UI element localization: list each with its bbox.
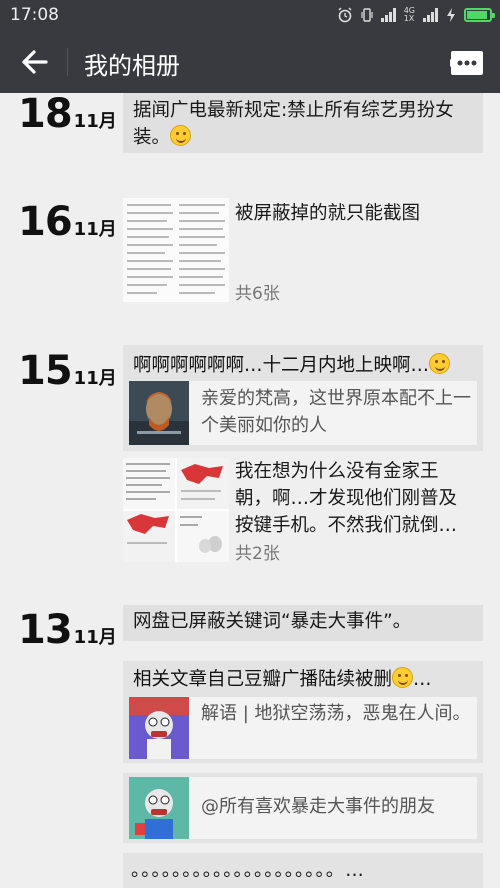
vibrate-icon	[361, 8, 373, 22]
status-bar: 17:08 4G 1X	[0, 0, 500, 30]
title-bar: 我的相册	[0, 30, 500, 93]
album-timeline[interactable]: 18 11月 据闻广电最新规定:禁止所有综艺男扮女装。 16 11月 被屏蔽掉的就只…	[0, 93, 500, 888]
cartoon-thumbnail	[129, 777, 189, 839]
date-label: 16 11月	[18, 199, 117, 245]
message-icon[interactable]	[450, 50, 484, 76]
page-title: 我的相册	[84, 52, 180, 80]
shared-article-card[interactable]: @所有喜欢暴走大事件的朋友	[123, 773, 483, 843]
post-card-text[interactable]: 。。。。。。。。。。。。。。。。。。。。…	[123, 853, 483, 888]
van-gogh-thumbnail	[129, 381, 189, 445]
shared-article-title: 啊啊啊啊啊啊…十二月内地上映啊…	[133, 351, 473, 377]
shared-article-title: 相关文章自己豆瓣广播陆续被删…	[133, 667, 432, 690]
shared-article-card[interactable]: 啊啊啊啊啊啊…十二月内地上映啊… 亲爱的梵高，这世界原本配不上一个美丽如你的人	[123, 345, 483, 451]
battery-icon	[464, 8, 495, 22]
photo-grid-thumbnail[interactable]	[123, 458, 229, 562]
laugh-emoji-icon	[429, 353, 451, 374]
shared-link-preview[interactable]: @所有喜欢暴走大事件的朋友	[129, 777, 477, 839]
alarm-icon	[338, 7, 352, 23]
shared-link-text: 亲爱的梵高，这世界原本配不上一个美丽如你的人	[201, 388, 471, 436]
smile-emoji-icon	[170, 125, 192, 146]
screenshot-thumbnail[interactable]	[123, 198, 229, 302]
shared-link-preview[interactable]: 亲爱的梵高，这世界原本配不上一个美丽如你的人	[129, 381, 477, 445]
cartoon-thumbnail	[129, 697, 189, 759]
post-text: 被屏蔽掉的就只能截图	[235, 203, 421, 224]
photo-count: 共2张	[235, 544, 280, 564]
status-icons: 4G 1X	[337, 6, 495, 24]
back-arrow-icon[interactable]	[16, 44, 52, 80]
date-label: 13 11月	[18, 607, 117, 653]
shared-link-text: 解语 | 地狱空荡荡，恶鬼在人间。	[201, 703, 471, 724]
post-text: 网盘已屏蔽关键词“暴走大事件”。	[133, 611, 412, 632]
network-type: 4G 1X	[403, 6, 415, 23]
post-text: 我在想为什么没有金家王朝，啊…才发现他们刚普及按键手机。不然我们就倒…	[235, 461, 458, 536]
shared-link-preview[interactable]: 解语 | 地狱空荡荡，恶鬼在人间。	[129, 697, 477, 759]
shared-article-card[interactable]: 相关文章自己豆瓣广播陆续被删… 解语 | 地狱空荡荡，恶鬼在人间。	[123, 661, 483, 763]
date-label: 18 11月	[18, 93, 117, 137]
signal-icon-2	[423, 8, 438, 22]
status-time: 17:08	[10, 5, 59, 25]
post-card-text[interactable]: 网盘已屏蔽关键词“暴走大事件”。	[123, 605, 483, 641]
shared-link-text: @所有喜欢暴走大事件的朋友	[201, 796, 435, 817]
date-label: 15 11月	[18, 348, 117, 394]
news-screenshot-thumbnails	[123, 458, 229, 562]
post-card-text[interactable]: 据闻广电最新规定:禁止所有综艺男扮女装。	[123, 93, 483, 153]
post-text: 。。。。。。。。。。。。。。。。。。。。…	[131, 860, 365, 881]
charging-icon	[447, 8, 455, 22]
toolbar-divider	[67, 48, 68, 76]
signal-icon	[380, 8, 396, 22]
thinking-emoji-icon	[392, 667, 414, 688]
photo-count: 共6张	[235, 284, 280, 304]
